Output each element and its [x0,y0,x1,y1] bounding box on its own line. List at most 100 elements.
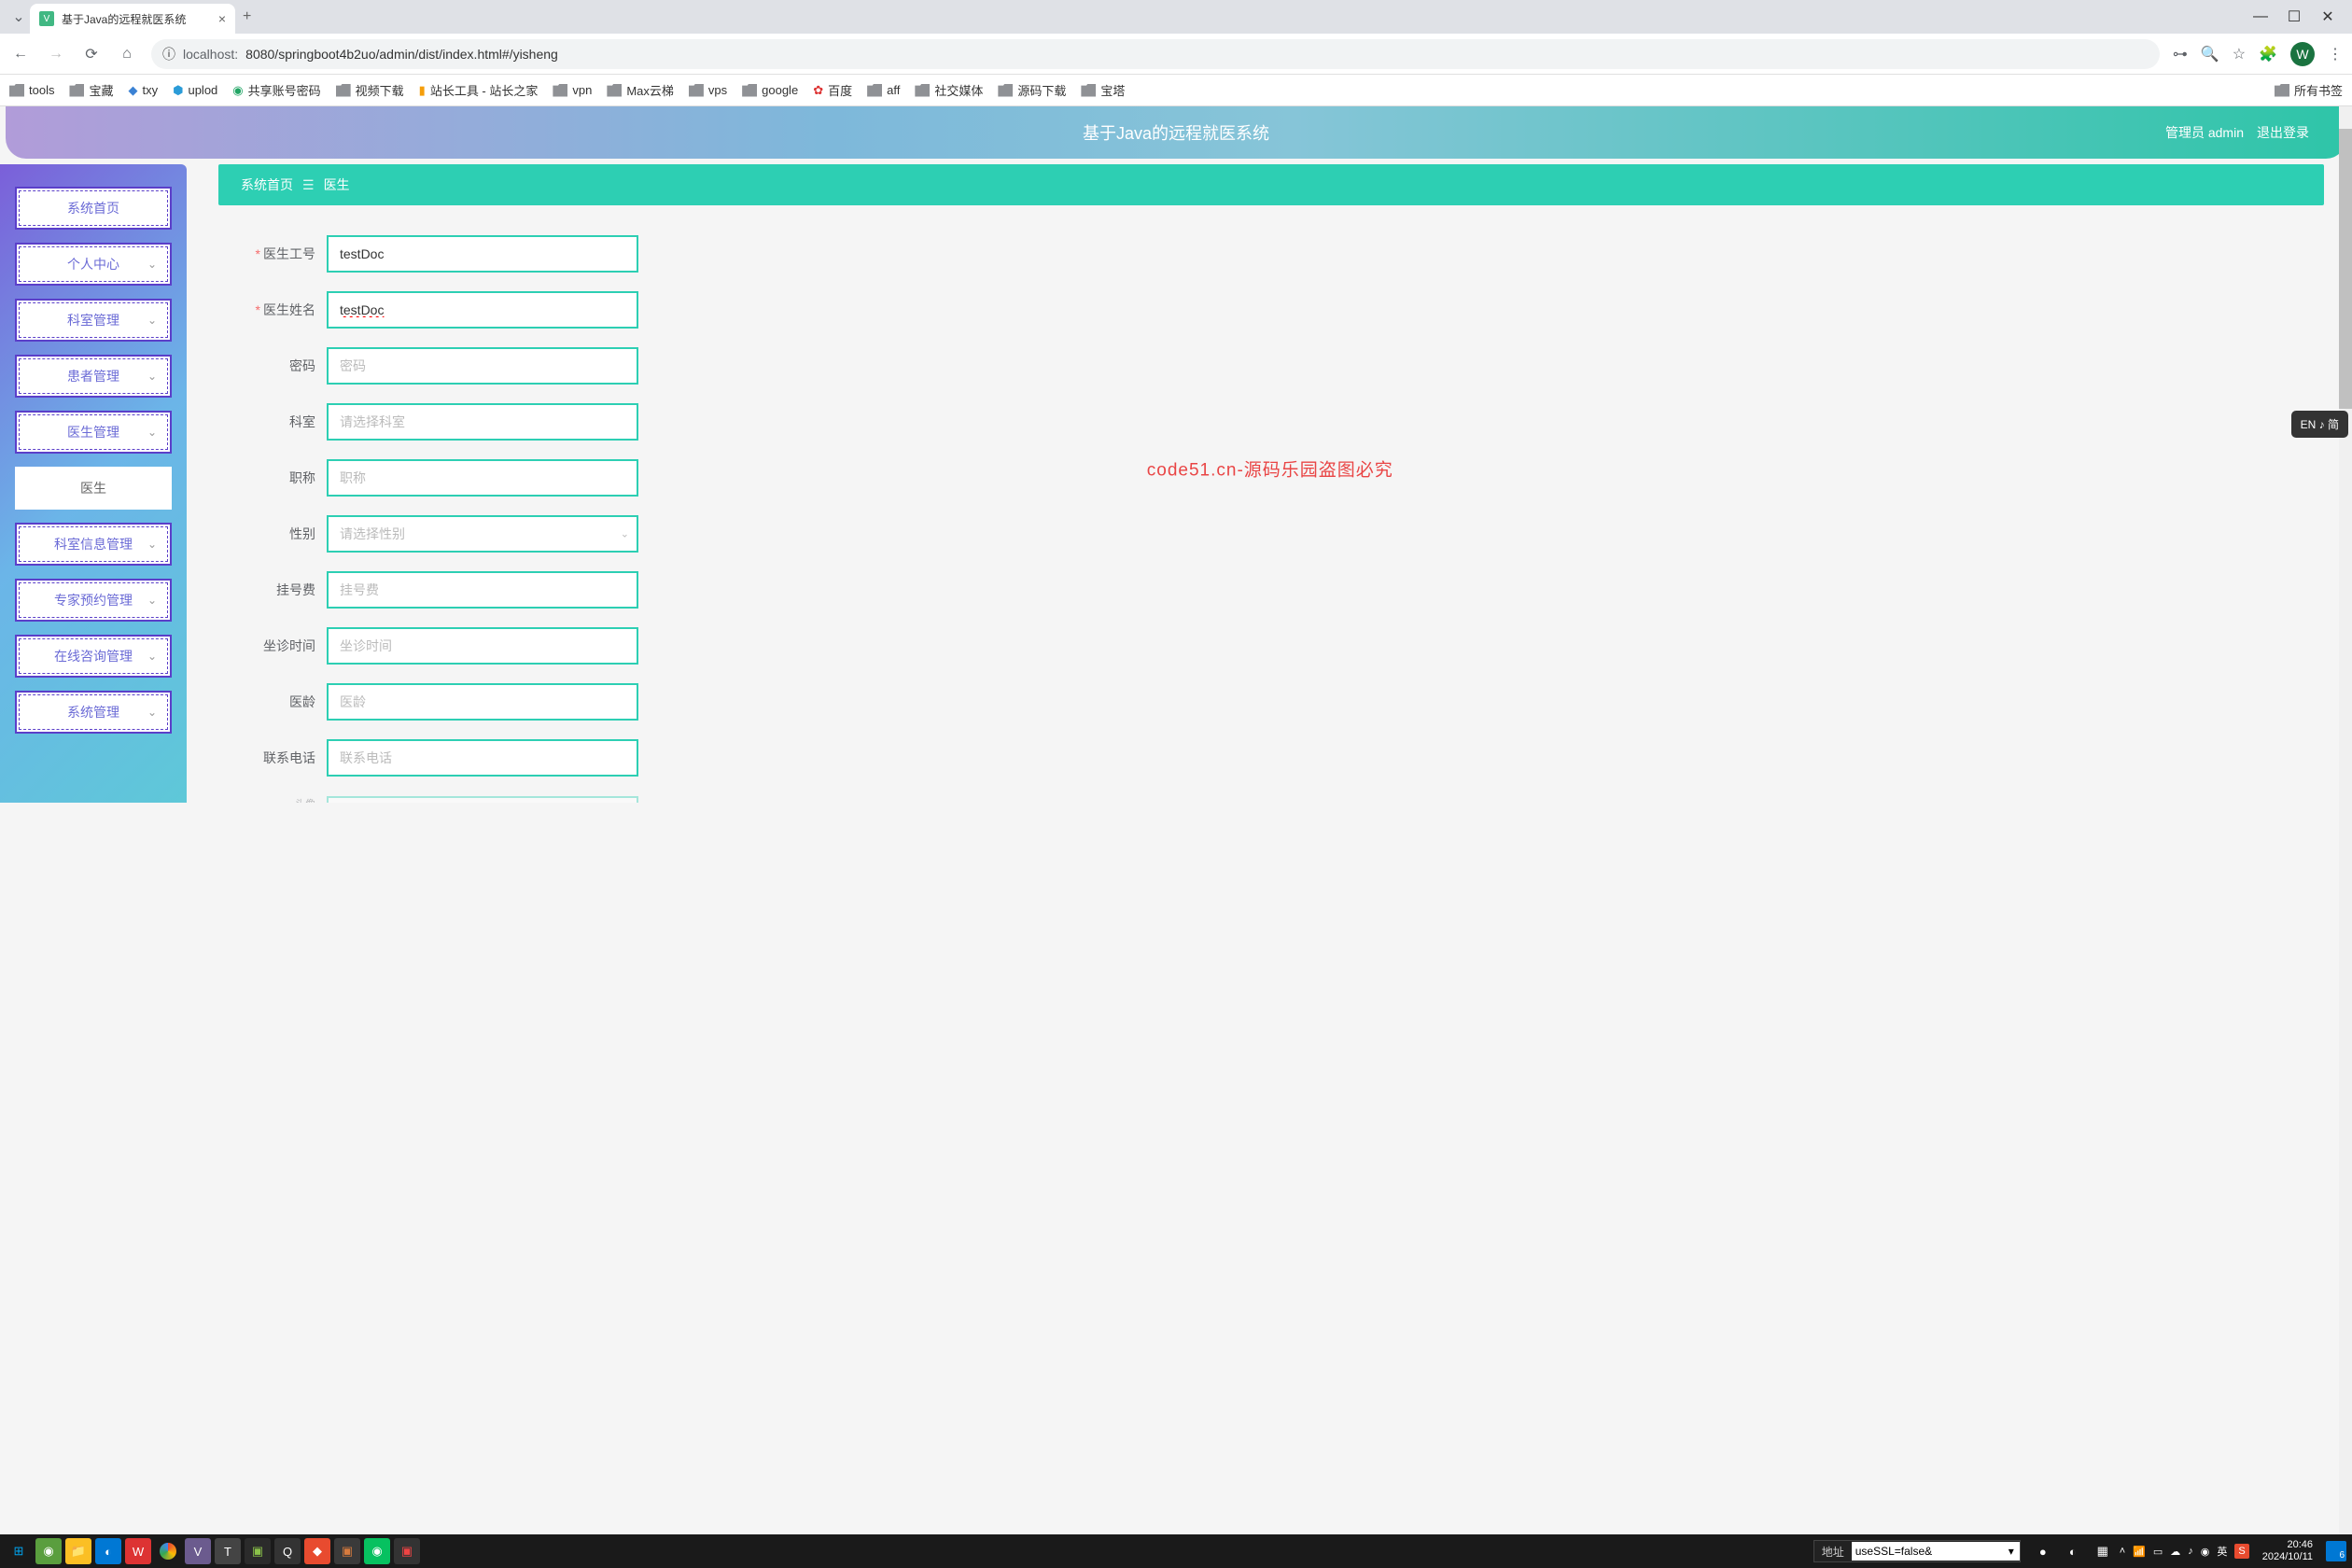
sidebar-item-profile[interactable]: 个人中心⌄ [15,243,172,286]
taskbar-tool[interactable]: ◐ [2060,1538,2086,1564]
folder-icon [607,84,622,97]
sidebar-item-system[interactable]: 系统管理⌄ [15,691,172,734]
close-window-button[interactable]: ✕ [2320,9,2335,24]
breadcrumb-home[interactable]: 系统首页 [241,175,293,194]
forward-button[interactable]: → [45,43,67,65]
pycharm-icon[interactable]: ▣ [245,1538,271,1564]
vertical-scrollbar[interactable] [2339,106,2352,1534]
password-key-icon[interactable]: ⊶ [2173,45,2188,63]
all-bookmarks[interactable]: 所有书签 [2275,81,2343,99]
extensions-icon[interactable]: 🧩 [2259,45,2277,63]
input-title[interactable] [327,459,638,497]
bookmark-item[interactable]: 宝藏 [69,81,113,99]
taskbar-tool[interactable]: ● [2030,1538,2056,1564]
sidebar-item-dept-info[interactable]: 科室信息管理⌄ [15,523,172,566]
bookmark-item[interactable]: ◉共享账号密码 [232,81,320,99]
tab-close-icon[interactable]: × [218,11,226,26]
bookmark-item[interactable]: aff [867,83,900,97]
select-gender[interactable] [327,515,638,553]
breadcrumb-current: 医生 [324,175,350,194]
clock[interactable]: 20:46 2024/10/11 [2257,1539,2318,1563]
site-info-icon[interactable]: ⓘ [162,45,175,63]
taskbar-app[interactable]: T [215,1538,241,1564]
tray-icon[interactable]: ◉ [2201,1546,2210,1558]
bookmark-item[interactable]: tools [9,83,54,97]
reload-button[interactable]: ⟳ [80,43,103,65]
taskbar-tool[interactable]: ▦ [2090,1538,2116,1564]
main-content: 系统首页 ☰ 医生 *医生工号 *医生姓名 密码 科室 [187,164,2352,803]
file-explorer-icon[interactable]: 📁 [65,1538,91,1564]
logout-link[interactable]: 退出登录 [2257,123,2309,142]
tray-chevron-icon[interactable]: ˄ [2120,1546,2125,1557]
input-phone[interactable] [327,739,638,777]
bookmark-item[interactable]: 视频下载 [336,81,404,99]
intellij-icon[interactable]: ▣ [334,1538,360,1564]
minimize-button[interactable]: — [2253,9,2268,24]
taskbar-app[interactable]: ▣ [394,1538,420,1564]
bookmark-bar: tools 宝藏 ◆txy ⬢uplod ◉共享账号密码 视频下载 ▮站长工具 … [0,75,2352,106]
ime-lang[interactable]: 英 [2217,1544,2227,1559]
bookmark-item[interactable]: ▮站长工具 - 站长之家 [419,81,539,99]
sidebar-item-consult[interactable]: 在线咨询管理⌄ [15,635,172,678]
tabs-dropdown[interactable]: ⌄ [7,6,30,28]
bookmark-item[interactable]: ⬢uplod [173,83,217,98]
url-input[interactable]: ⓘ localhost:8080/springboot4b2uo/admin/d… [151,39,2160,69]
tray-icon[interactable]: ☁ [2170,1546,2180,1558]
ime-indicator[interactable]: EN ♪ 简 [2291,411,2348,438]
chrome-icon[interactable] [155,1538,181,1564]
sidebar-item-doctor[interactable]: 医生 [15,467,172,510]
tray-icon[interactable]: 📶 [2133,1546,2146,1558]
active-tab[interactable]: V 基于Java的远程就医系统 × [30,4,235,34]
sidebar-item-doctor-manage[interactable]: 医生管理⌄ [15,411,172,454]
maximize-button[interactable]: ☐ [2287,9,2302,24]
bookmark-star-icon[interactable]: ☆ [2233,45,2246,63]
folder-icon [2275,84,2289,97]
menu-icon[interactable]: ⋮ [2328,45,2343,63]
bookmark-item[interactable]: 社交媒体 [915,81,983,99]
input-doctor-name[interactable] [327,291,638,329]
input-years[interactable] [327,683,638,721]
bookmark-item[interactable]: vpn [553,83,592,97]
bookmark-item[interactable]: google [742,83,798,97]
taskbar-app[interactable]: V [185,1538,211,1564]
sidebar-item-expert[interactable]: 专家预约管理⌄ [15,579,172,622]
bookmark-item[interactable]: ✿百度 [813,81,852,99]
bookmark-item[interactable]: vps [689,83,727,97]
home-button[interactable]: ⌂ [116,43,138,65]
label-gender: 性别 [241,525,327,543]
input-visit-time[interactable] [327,627,638,665]
select-department[interactable] [327,403,638,441]
bookmark-item[interactable]: 源码下载 [998,81,1066,99]
addr-select[interactable]: useSSL=false&▾ [1852,1542,2020,1561]
input-avatar-partial[interactable] [327,796,638,804]
taskbar-app[interactable]: ◆ [304,1538,330,1564]
bookmark-item[interactable]: 宝塔 [1081,81,1125,99]
tray-icon[interactable]: ▭ [2153,1546,2163,1558]
back-button[interactable]: ← [9,43,32,65]
input-fee[interactable] [327,571,638,609]
tray-icon[interactable]: ♪ [2188,1546,2193,1557]
scroll-thumb[interactable] [2339,129,2352,409]
profile-avatar[interactable]: W [2290,42,2315,66]
edge-icon[interactable]: ◐ [95,1538,121,1564]
notification-center[interactable]: 6 [2326,1541,2346,1561]
sidebar-item-home[interactable]: 系统首页 [15,187,172,230]
start-button[interactable]: ⊞ [6,1538,32,1564]
bookmark-item[interactable]: ◆txy [128,83,158,98]
sidebar-item-patient[interactable]: 患者管理⌄ [15,355,172,398]
wechat-icon[interactable]: ◉ [364,1538,390,1564]
taskbar-app[interactable]: W [125,1538,151,1564]
zoom-icon[interactable]: 🔍 [2201,45,2219,63]
taskbar-app[interactable]: ◉ [35,1538,62,1564]
sidebar-item-department[interactable]: 科室管理⌄ [15,299,172,342]
app-title: 基于Java的远程就医系统 [1083,120,1269,145]
input-doctor-id[interactable] [327,235,638,273]
input-password[interactable] [327,347,638,385]
chevron-down-icon: ⌄ [147,594,157,607]
bookmark-item[interactable]: Max云梯 [607,81,674,99]
new-tab-button[interactable]: + [243,8,251,25]
sogou-icon[interactable]: S [2234,1544,2248,1559]
label-doctor-name: *医生姓名 [241,301,327,319]
taskbar-app[interactable]: Q [274,1538,301,1564]
label-phone: 联系电话 [241,749,327,767]
